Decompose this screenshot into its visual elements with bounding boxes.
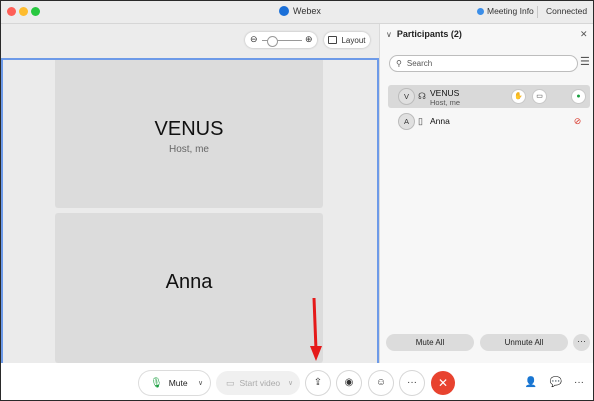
microphone-icon: 🎙	[150, 377, 163, 389]
app-title-text: Webex	[293, 6, 321, 16]
mute-label: Mute	[168, 378, 188, 388]
chevron-down-icon[interactable]: ∨	[288, 379, 293, 387]
search-icon: ⚲	[396, 59, 402, 68]
zoom-out-icon[interactable]: ⊖	[250, 34, 258, 45]
avatar: V	[398, 88, 415, 105]
camera-icon: ▭	[226, 377, 235, 388]
end-call-icon: ✕	[437, 376, 449, 390]
tile-name: Anna	[165, 271, 213, 293]
unmute-all-button[interactable]: Unmute All	[480, 334, 568, 351]
zoom-knob[interactable]	[267, 36, 278, 47]
captions-icon[interactable]: ▭	[532, 89, 547, 104]
more-options-button[interactable]: ···	[400, 371, 424, 395]
mic-muted-icon[interactable]: ⊘	[571, 115, 584, 128]
meeting-info-icon	[477, 7, 484, 15]
tile-name: VENUS	[154, 118, 224, 140]
participant-name: VENUS	[430, 88, 460, 98]
collapse-chevron-icon[interactable]: ∨	[386, 30, 392, 39]
start-video-label: Start video	[239, 378, 281, 388]
participant-row-anna[interactable]: A ▯ Anna ⊘	[388, 110, 590, 133]
start-video-button[interactable]: ▭ Start video ∨	[216, 371, 300, 395]
record-icon: ◉	[344, 377, 354, 388]
reactions-icon: ☺	[375, 377, 387, 388]
more-panels-button[interactable]: ···	[567, 371, 591, 395]
phone-icon: ▯	[418, 116, 423, 126]
record-button[interactable]: ◉	[337, 371, 361, 395]
video-tile-anna[interactable]: Anna	[55, 213, 323, 363]
connection-status: Connected	[546, 6, 588, 16]
raise-hand-icon[interactable]: ✋	[511, 89, 526, 104]
maximize-window-button[interactable]	[31, 7, 40, 16]
meeting-controls: 🎙 Mute ∨ ▭ Start video ∨ ⇪ ◉ ☺ ··· ✕ 👤 💬…	[1, 363, 593, 400]
close-panel-icon[interactable]: ✕	[580, 29, 588, 40]
layout-label: Layout	[341, 35, 366, 45]
mic-on-icon[interactable]: ●	[571, 89, 586, 104]
mute-button[interactable]: 🎙 Mute ∨	[139, 371, 210, 395]
zoom-in-icon[interactable]: ⊕	[305, 34, 313, 45]
chat-icon: 💬	[549, 377, 563, 388]
chat-button[interactable]: 💬	[544, 371, 568, 395]
annotation-arrow	[310, 298, 322, 361]
title-bar: Webex Meeting Info Connected	[1, 1, 593, 24]
share-button[interactable]: ⇪	[306, 371, 330, 395]
participant-search-input[interactable]: ⚲ Search	[389, 55, 578, 72]
reactions-button[interactable]: ☺	[369, 371, 393, 395]
video-tile-venus[interactable]: VENUS Host, me	[55, 60, 323, 208]
participants-icon: 👤	[524, 377, 538, 388]
participants-title: Participants (2)	[396, 29, 462, 39]
titlebar-divider	[537, 6, 538, 18]
headset-icon: ☊	[418, 91, 426, 101]
video-grid: VENUS Host, me Anna	[1, 58, 379, 365]
tile-subtitle: Host, me	[168, 144, 209, 155]
meeting-info-button[interactable]: Meeting Info	[477, 6, 534, 16]
webex-logo-icon	[279, 6, 289, 16]
layout-grid-icon	[328, 36, 338, 44]
participants-panel: ∨ Participants (2) ✕ ⚲ Search ☰ V ☊ VENU…	[379, 24, 593, 363]
end-call-button[interactable]: ✕	[431, 371, 455, 395]
sort-icon[interactable]: ☰	[580, 56, 590, 68]
panel-more-button[interactable]: ···	[573, 334, 590, 351]
video-stage: ⊖ ⊕ Layout VENUS Host, me Anna	[1, 24, 379, 365]
meeting-info-label: Meeting Info	[487, 6, 534, 16]
share-icon: ⇪	[313, 377, 323, 388]
participants-button[interactable]: 👤	[519, 371, 543, 395]
minimize-window-button[interactable]	[19, 7, 28, 16]
layout-button[interactable]: Layout	[324, 32, 370, 48]
participant-name: Anna	[430, 116, 450, 126]
participants-header[interactable]: ∨ Participants (2)	[386, 29, 462, 39]
search-placeholder: Search	[406, 59, 433, 68]
zoom-slider[interactable]: ⊖ ⊕	[245, 32, 317, 48]
close-window-button[interactable]	[7, 7, 16, 16]
chevron-down-icon[interactable]: ∨	[198, 379, 203, 387]
avatar: A	[398, 113, 415, 130]
mute-all-button[interactable]: Mute All	[386, 334, 474, 351]
participant-role: Host, me	[430, 98, 461, 107]
participant-row-venus[interactable]: V ☊ VENUS Host, me ✋ ▭ ●	[388, 85, 590, 108]
webex-window: Webex Meeting Info Connected ⊖ ⊕ Layout …	[0, 0, 594, 401]
app-title: Webex	[279, 6, 321, 16]
